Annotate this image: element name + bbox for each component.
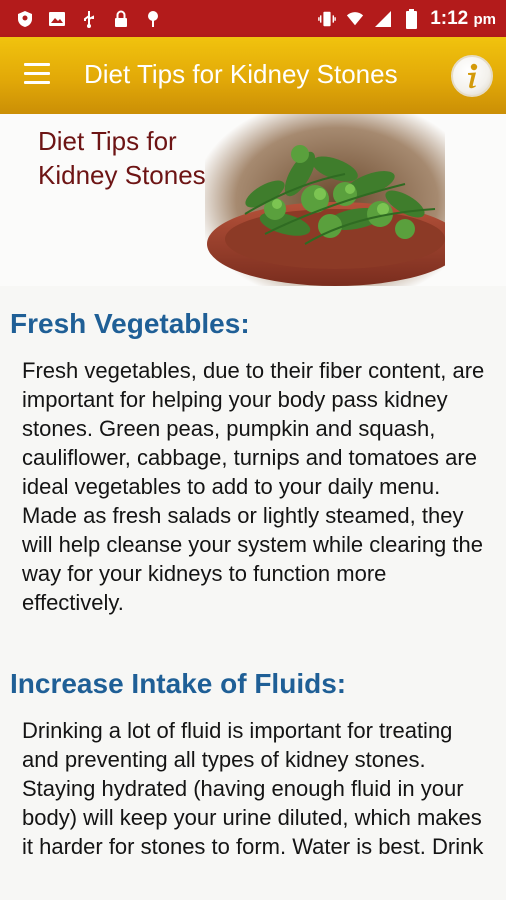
- app-title: Diet Tips for Kidney Stones: [84, 59, 398, 89]
- banner-title-line1: Diet Tips for: [38, 126, 177, 156]
- shield-icon: [16, 10, 34, 28]
- pin-icon: [144, 10, 162, 28]
- lock-icon: [112, 10, 130, 28]
- info-icon[interactable]: [451, 55, 493, 97]
- status-time: 1:12 pm: [430, 7, 496, 29]
- image-icon: [48, 10, 66, 28]
- wifi-icon: [346, 10, 364, 28]
- section-body-fresh-vegetables: Fresh vegetables, due to their fiber con…: [22, 358, 485, 615]
- status-left-icons: [16, 10, 162, 28]
- banner-title: Diet Tips for Kidney Stones: [38, 124, 228, 192]
- status-right-icons: 1:12 pm: [318, 8, 496, 30]
- header-banner: Diet Tips for Kidney Stones: [0, 114, 506, 286]
- usb-icon: [80, 10, 98, 28]
- section-body-increase-fluids: Drinking a lot of fluid is important for…: [22, 718, 484, 859]
- status-bar: 1:12 pm: [0, 0, 506, 37]
- fresh-herbs-plate-image: [205, 114, 445, 286]
- signal-icon: [374, 10, 392, 28]
- battery-icon: [402, 8, 420, 29]
- section-title-increase-fluids: Increase Intake of Fluids:: [10, 668, 347, 699]
- section-title-fresh-vegetables: Fresh Vegetables:: [10, 308, 250, 339]
- banner-title-line2: Kidney Stones: [38, 160, 206, 190]
- app-bar: Diet Tips for Kidney Stones: [0, 37, 506, 114]
- hamburger-menu-icon[interactable]: [22, 63, 52, 87]
- vibrate-icon: [318, 10, 337, 28]
